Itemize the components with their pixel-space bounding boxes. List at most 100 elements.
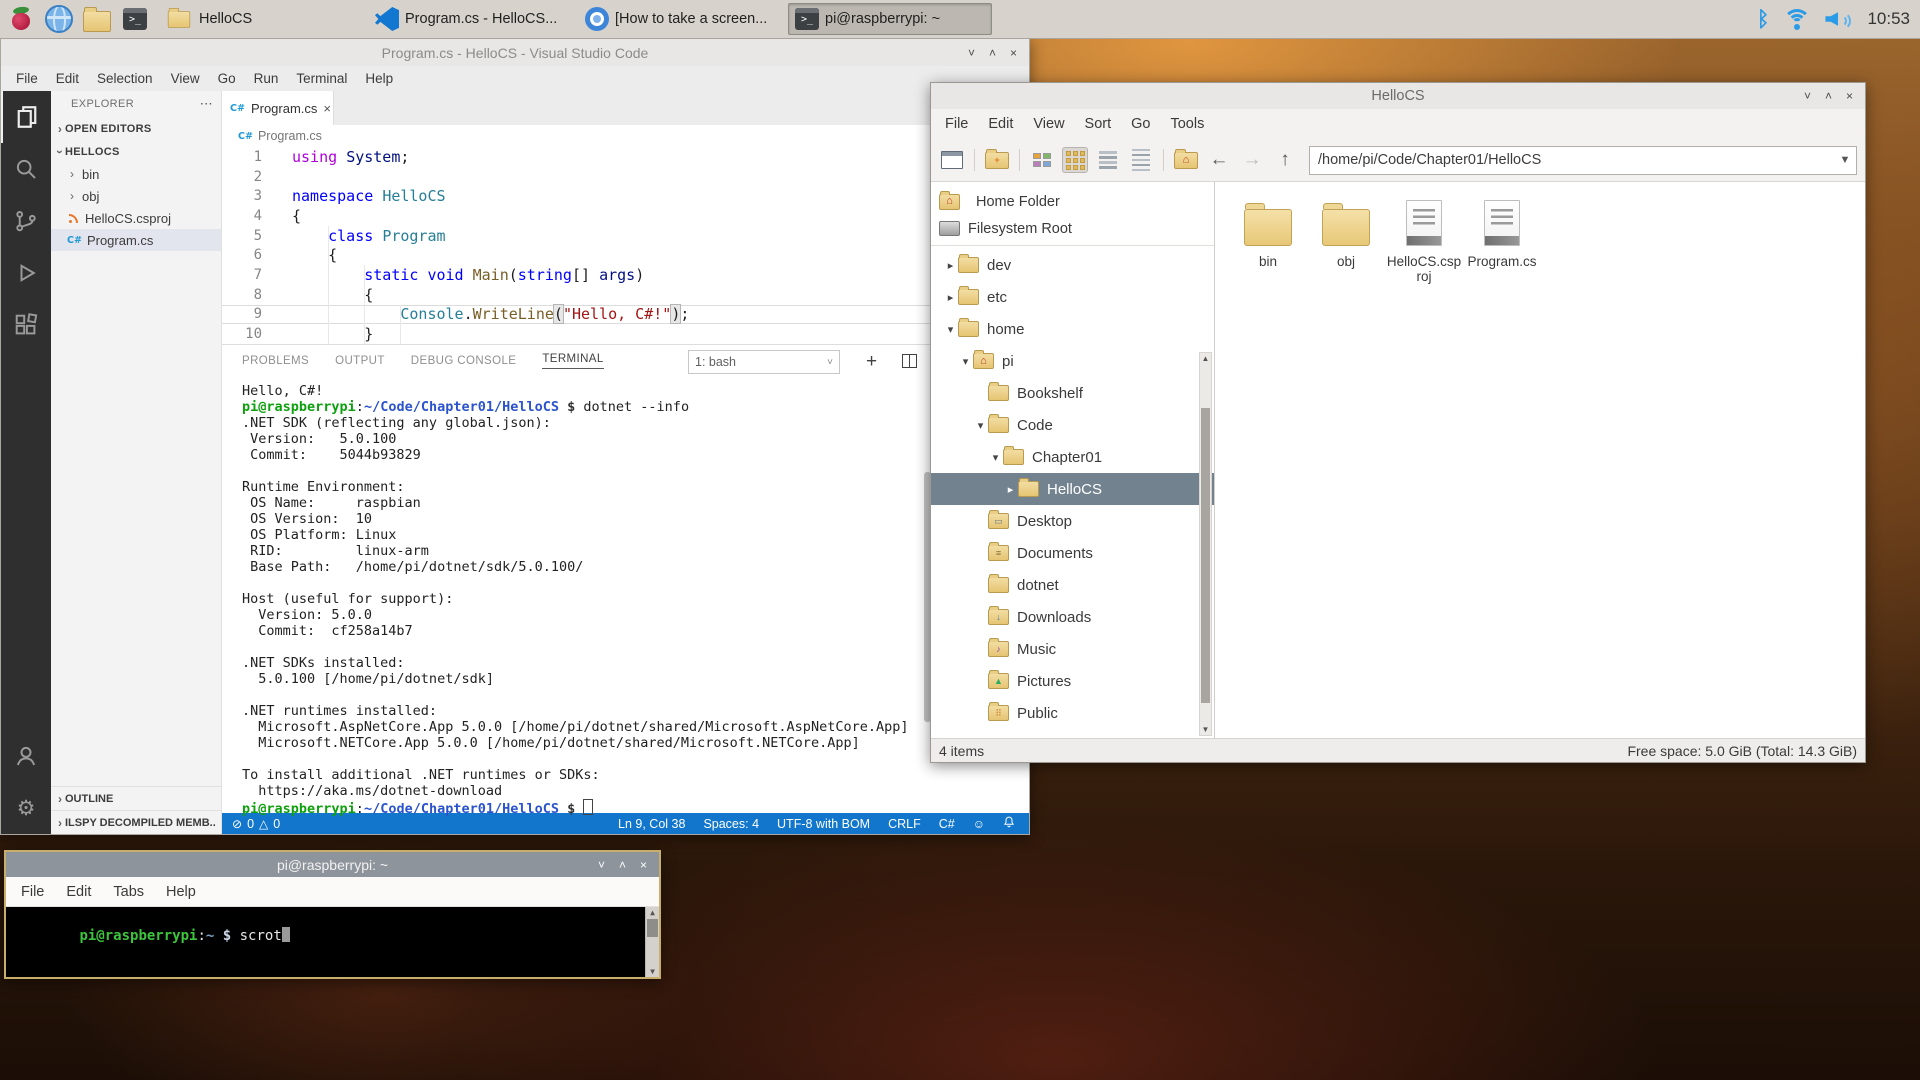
compact-view-icon[interactable] [1095,147,1121,173]
terminal-launcher-icon[interactable]: >_ [118,2,152,36]
explorer-item-hellocs.csproj[interactable]: HelloCS.csproj [51,207,221,229]
tree-row-bookshelf[interactable]: Bookshelf [931,377,1214,409]
panel-tab-problems[interactable]: PROBLEMS [242,355,309,367]
menu-item-view[interactable]: View [162,71,209,86]
chevron-collapsed-icon[interactable]: ▸ [1003,483,1018,496]
maximize-icon[interactable]: ˄ [989,46,996,60]
tab-program-cs[interactable]: C# Program.cs × [222,91,334,125]
clock[interactable]: 10:53 [1867,9,1910,29]
taskbar-window-button[interactable]: [How to take a screen... [578,3,782,35]
panel-tab-terminal[interactable]: TERMINAL [542,353,603,369]
status-item[interactable]: UTF-8 with BOM [777,817,870,831]
account-icon[interactable] [1,730,51,782]
maximize-icon[interactable]: ˄ [619,858,626,872]
scroll-down-icon[interactable]: ▼ [646,967,659,976]
tree-row-music[interactable]: ♪Music [931,633,1214,665]
taskbar-window-button[interactable]: >_pi@raspberrypi: ~ [788,3,992,35]
terminal-menu-item-edit[interactable]: Edit [55,884,102,900]
menu-item-selection[interactable]: Selection [88,71,162,86]
status-item[interactable]: C# [939,817,955,831]
file-manager-launcher-icon[interactable] [80,2,114,36]
maximize-icon[interactable]: ˄ [1825,89,1832,103]
split-terminal-icon[interactable] [902,354,917,368]
menu-item-run[interactable]: Run [245,71,288,86]
close-icon[interactable]: × [1010,46,1017,60]
tree-row-public[interactable]: ⠿Public [931,697,1214,729]
vscode-titlebar[interactable]: Program.cs - HelloCS - Visual Studio Cod… [1,39,1029,66]
shade-icon[interactable]: ˅ [1804,89,1811,103]
errors-count[interactable]: 0 [247,817,254,831]
volume-icon[interactable] [1825,9,1853,29]
close-icon[interactable]: × [1846,89,1853,103]
terminal-menu-item-help[interactable]: Help [155,884,207,900]
tab-close-icon[interactable]: × [323,101,331,116]
explorer-item-program.cs[interactable]: C#Program.cs [51,229,221,251]
tree-row-chapter01[interactable]: ▾Chapter01 [931,441,1214,473]
tree-row-pi[interactable]: ▾⌂pi [931,345,1214,377]
explorer-item-bin[interactable]: ›bin [51,163,221,185]
bell-icon[interactable] [1003,815,1015,832]
file-manager-titlebar[interactable]: HelloCS ˅ ˄ × [931,83,1865,109]
scroll-up-icon[interactable]: ▲ [1200,354,1211,363]
open-editors-section[interactable]: › OPEN EDITORS [51,117,221,140]
shell-select[interactable]: 1: bash ˅ [688,350,840,374]
taskbar-window-button[interactable]: HelloCS [158,3,362,35]
shade-icon[interactable]: ˅ [968,46,975,60]
tree-row-dotnet[interactable]: dotnet [931,569,1214,601]
chevron-collapsed-icon[interactable]: ▸ [943,291,958,304]
feedback-icon[interactable]: ☺ [973,817,985,831]
tree-scrollbar[interactable]: ▲ ▼ [1199,352,1212,736]
warnings-icon[interactable]: △ [259,817,268,831]
tree-row-code[interactable]: ▾Code [931,409,1214,441]
explorer-actions-icon[interactable]: ⋯ [200,96,213,112]
new-window-icon[interactable] [939,147,965,173]
tree-row-home[interactable]: ▾home [931,313,1214,345]
tree-row-hellocs[interactable]: ▸HelloCS [931,473,1214,505]
panel-tab-output[interactable]: OUTPUT [335,355,385,367]
chevron-expanded-icon[interactable]: ▾ [988,451,1003,464]
menu-item-go[interactable]: Go [209,71,245,86]
console-scrollbar[interactable]: ▲ ▼ [645,907,659,977]
run-debug-icon[interactable] [1,247,51,299]
taskbar-window-button[interactable]: Program.cs - HelloCS... [368,3,572,35]
terminal-console[interactable]: pi@raspberrypi:~ $ scrot ▲ ▼ [6,907,659,977]
path-dropdown-icon[interactable]: ▼ [1834,154,1856,166]
fm-menu-item-tools[interactable]: Tools [1160,116,1214,132]
file-item-obj[interactable]: obj [1309,196,1383,269]
back-icon[interactable]: ← [1206,147,1232,173]
file-item-bin[interactable]: bin [1231,196,1305,269]
chevron-expanded-icon[interactable]: ▾ [973,419,988,432]
chevron-expanded-icon[interactable]: ▾ [943,323,958,336]
shade-icon[interactable]: ˅ [598,858,605,872]
chevron-expanded-icon[interactable]: ▾ [958,355,973,368]
warnings-count[interactable]: 0 [273,817,280,831]
scrollbar-thumb[interactable] [1201,408,1210,703]
bluetooth-icon[interactable]: ᛒ [1757,7,1770,31]
new-terminal-icon[interactable]: + [866,351,877,373]
new-folder-icon[interactable]: + [984,147,1010,173]
root-folder-section[interactable]: › HELLOCS [51,140,221,163]
terminal-menu-item-tabs[interactable]: Tabs [102,884,155,900]
tree-row-pictures[interactable]: ▲Pictures [931,665,1214,697]
detailed-view-icon[interactable] [1128,147,1154,173]
search-icon[interactable] [1,143,51,195]
tree-row-etc[interactable]: ▸etc [931,281,1214,313]
forward-icon[interactable]: → [1239,147,1265,173]
menu-raspberry-icon[interactable] [4,2,38,36]
tree-row-desktop[interactable]: ▭Desktop [931,505,1214,537]
tree-row-downloads[interactable]: ↓Downloads [931,601,1214,633]
tree-row-documents[interactable]: ≡Documents [931,537,1214,569]
home-icon[interactable]: ⌂ [1173,147,1199,173]
terminal-menu-item-file[interactable]: File [10,884,55,900]
section-outline[interactable]: ›OUTLINE [51,786,221,810]
thumbnail-view-icon[interactable] [1029,147,1055,173]
section-ilspy[interactable]: ›ILSPY DECOMPILED MEMB.. [51,810,221,834]
fm-menu-item-sort[interactable]: Sort [1075,116,1122,132]
up-icon[interactable]: ↑ [1272,147,1298,173]
fm-menu-item-edit[interactable]: Edit [978,116,1023,132]
menu-item-terminal[interactable]: Terminal [287,71,356,86]
settings-gear-icon[interactable]: ⚙ [1,782,51,834]
scrollbar-thumb[interactable] [647,919,658,937]
menu-item-help[interactable]: Help [356,71,402,86]
breadcrumb[interactable]: C# Program.cs [222,125,1029,147]
